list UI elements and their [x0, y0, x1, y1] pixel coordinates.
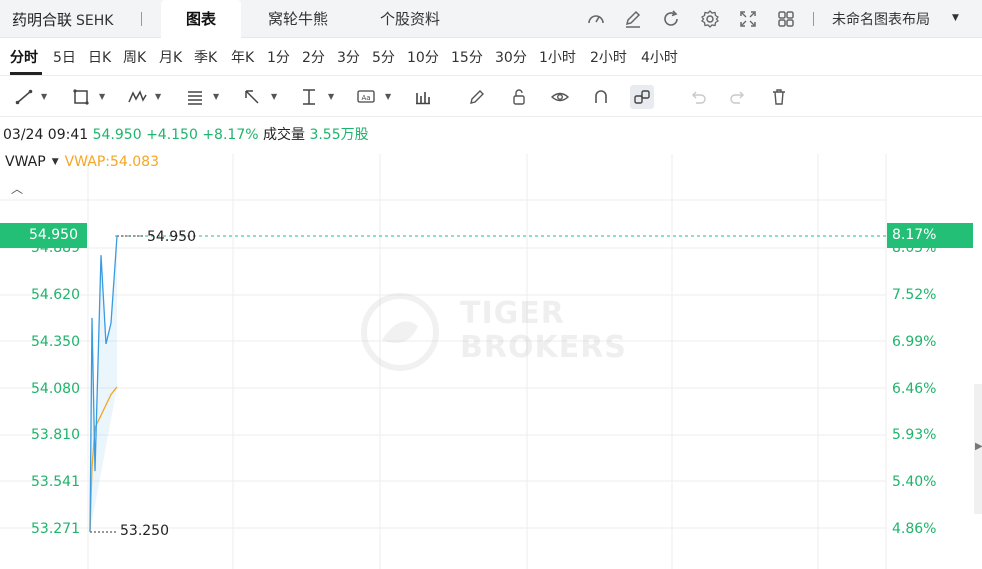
stock-title: 药明合联 SEHK [12, 9, 113, 30]
settings-icon[interactable] [700, 9, 720, 29]
chevron-down-icon[interactable]: ▼ [213, 92, 219, 101]
gauge-icon[interactable] [586, 9, 606, 29]
tab-chart[interactable]: 图表 [161, 0, 241, 38]
volume-label: 成交量 [263, 127, 305, 143]
period-quarterly[interactable]: 季K [194, 47, 217, 67]
period-10m[interactable]: 10分 [407, 47, 439, 67]
right-axis-tick: 5.93% [892, 427, 937, 443]
watermark-line1: TIGER [460, 296, 565, 331]
chevron-down-icon[interactable]: ▼ [52, 157, 59, 167]
right-axis-tick: 5.40% [892, 474, 937, 490]
period-intraday[interactable]: 分时 [10, 47, 38, 67]
period-weekly[interactable]: 周K [123, 47, 146, 67]
refresh-icon[interactable] [661, 9, 681, 29]
right-axis-tick: 6.46% [892, 381, 937, 397]
edit-icon[interactable] [623, 9, 643, 29]
period-5d[interactable]: 5日 [53, 47, 76, 67]
magnet-icon[interactable] [591, 87, 611, 107]
series-layer [89, 235, 886, 533]
rectangle-icon[interactable] [71, 87, 91, 107]
period-15m[interactable]: 15分 [451, 47, 483, 67]
volume-value: 3.55万股 [309, 127, 369, 143]
redo-icon[interactable] [728, 87, 748, 107]
period-daily[interactable]: 日K [88, 47, 111, 67]
chevron-down-icon[interactable]: ▼ [952, 13, 959, 23]
chevron-down-icon[interactable]: ▼ [41, 92, 47, 101]
pencil-icon[interactable] [467, 87, 487, 107]
left-axis-tick: 54.350 [31, 334, 80, 350]
text-annotation-icon[interactable]: Aa [356, 87, 376, 107]
left-axis-tick: 53.541 [31, 474, 80, 490]
period-monthly[interactable]: 月K [159, 47, 182, 67]
header-divider [141, 12, 142, 26]
period-3m[interactable]: 3分 [337, 47, 360, 67]
undo-icon[interactable] [688, 87, 708, 107]
high-price-label: 54.950 [147, 229, 196, 245]
period-2h[interactable]: 2小时 [590, 47, 627, 67]
quote-change-pct: +8.17% [202, 127, 259, 143]
bar-indicator-icon[interactable] [413, 87, 433, 107]
period-4h[interactable]: 4小时 [641, 47, 678, 67]
period-2m[interactable]: 2分 [302, 47, 325, 67]
period-yearly[interactable]: 年K [231, 47, 254, 67]
tiger-logo-icon [361, 293, 439, 371]
indicator-name[interactable]: VWAP [5, 154, 46, 170]
fib-icon[interactable] [185, 87, 205, 107]
left-axis-tick: 54.620 [31, 287, 80, 303]
tab-warrants[interactable]: 窝轮牛熊 [250, 0, 346, 38]
current-pct-badge: 8.17% [887, 223, 973, 248]
svg-text:Aa: Aa [361, 94, 370, 102]
left-axis-tick: 53.271 [31, 521, 80, 537]
quote-datetime: 03/24 09:41 [3, 127, 89, 143]
top-header: 药明合联 SEHK 图表 窝轮牛熊 个股资料 未命名图表布局 ▼ [0, 0, 982, 38]
chart-area[interactable]: TIGER BROKERS 54.889 54.620 54.350 54.08… [0, 150, 982, 569]
grid-layout-icon[interactable] [776, 9, 796, 29]
indicator-row: VWAP ▼ VWAP:54.083 [5, 154, 159, 170]
indicator-value: VWAP:54.083 [64, 154, 159, 170]
period-bar: 分时 5日 日K 周K 月K 季K 年K 1分 2分 3分 5分 10分 15分… [0, 38, 982, 76]
period-30m[interactable]: 30分 [495, 47, 527, 67]
tiger-brokers-watermark: TIGER BROKERS [360, 292, 626, 372]
chevron-down-icon[interactable]: ▼ [271, 92, 277, 101]
active-period-indicator [10, 72, 42, 75]
eye-icon[interactable] [550, 87, 570, 107]
fullscreen-icon[interactable] [738, 9, 758, 29]
link-icon[interactable] [630, 85, 654, 109]
period-1h[interactable]: 1小时 [539, 47, 576, 67]
low-price-label: 53.250 [120, 523, 169, 539]
tab-profile[interactable]: 个股资料 [360, 0, 460, 38]
left-axis-tick: 54.080 [31, 381, 80, 397]
period-1m[interactable]: 1分 [267, 47, 290, 67]
quote-change: +4.150 [146, 127, 198, 143]
trash-icon[interactable] [769, 87, 789, 107]
trend-line-icon[interactable] [14, 87, 34, 107]
period-5m[interactable]: 5分 [372, 47, 395, 67]
right-axis-tick: 7.52% [892, 287, 937, 303]
market-code: SEHK [76, 13, 114, 29]
price-area-fill [90, 236, 117, 532]
quote-price: 54.950 [92, 127, 142, 143]
quote-info: 03/24 09:41 54.950 +4.150 +8.17% 成交量 3.5… [3, 124, 369, 144]
chevron-right-icon[interactable]: ▶ [975, 441, 982, 452]
stock-name: 药明合联 [12, 11, 73, 29]
header-divider-2 [813, 12, 814, 26]
drawing-toolbar: ▼ ▼ ▼ ▼ ▼ ▼ Aa ▼ [0, 77, 982, 117]
arrow-icon[interactable] [242, 87, 262, 107]
price-range-icon[interactable] [299, 87, 319, 107]
left-axis-tick: 53.810 [31, 427, 80, 443]
chevron-down-icon[interactable]: ▼ [99, 92, 105, 101]
lock-icon[interactable] [509, 87, 529, 107]
right-axis-tick: 6.99% [892, 334, 937, 350]
chevron-down-icon[interactable]: ▼ [328, 92, 334, 101]
chevron-down-icon[interactable]: ▼ [155, 92, 161, 101]
chevron-down-icon[interactable]: ▼ [385, 92, 391, 101]
wave-pattern-icon[interactable] [127, 87, 147, 107]
watermark-line2: BROKERS [460, 330, 627, 365]
chevron-up-icon[interactable]: ︿ [11, 180, 23, 197]
layout-selector[interactable]: 未命名图表布局 [832, 9, 930, 29]
current-price-badge: 54.950 [0, 223, 87, 248]
right-axis-tick: 4.86% [892, 521, 937, 537]
